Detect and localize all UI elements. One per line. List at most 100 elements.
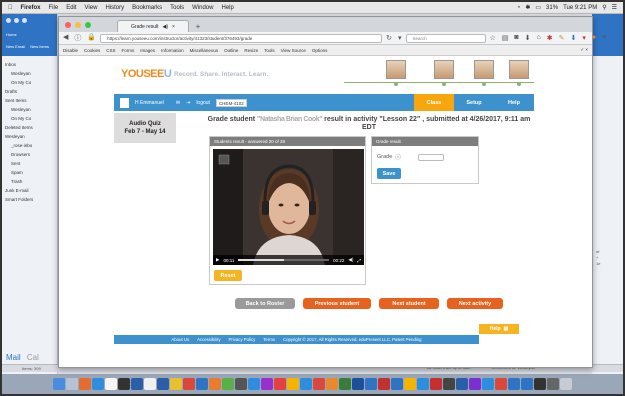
app-icon[interactable] [469,378,481,390]
menu-help[interactable]: Help [221,5,233,11]
app-icon[interactable] [105,378,117,390]
app-icon[interactable] [352,378,364,390]
help-circle-icon[interactable]: ⓘ [395,153,401,161]
app-icon[interactable] [339,378,351,390]
finder-icon[interactable] [53,378,65,390]
wd-information[interactable]: Information [161,48,184,53]
extension-icon[interactable]: ● [592,34,596,42]
menu-tools[interactable]: Tools [170,5,184,11]
folder-item[interactable]: Inbox [5,60,54,69]
notification-icon[interactable]: ☰ [612,4,617,11]
wd-images[interactable]: Images [140,48,155,53]
tab-close-icon[interactable]: × [172,24,175,30]
extension-icon[interactable]: ▾ [582,34,586,42]
apple-icon[interactable]:  [8,5,13,11]
folder-item[interactable]: Wesleyan [5,132,54,141]
extension-icon[interactable]: ✎ [559,34,565,42]
folder-item[interactable]: Wesleyan [5,105,54,114]
app-icon[interactable] [534,378,546,390]
wifi-icon[interactable]: ◔ [517,5,521,11]
tab-help[interactable]: Help [494,94,534,111]
tab-class[interactable]: Class [414,94,454,111]
app-icon[interactable] [391,378,403,390]
app-icon[interactable] [313,378,325,390]
mail-nav-label[interactable]: Mail [6,353,21,362]
spotlight-icon[interactable]: ⚲ [602,4,606,11]
menu-file[interactable]: File [49,5,59,11]
app-icon[interactable] [235,378,247,390]
footer-accessibility[interactable]: Accessibility [197,337,220,342]
app-icon[interactable] [118,378,130,390]
app-icon[interactable] [92,378,104,390]
help-button[interactable]: Help ▤ [479,324,519,334]
app-icon[interactable] [274,378,286,390]
folder-item[interactable]: _rose-inbo [5,141,54,150]
app-icon[interactable] [170,378,182,390]
user-name[interactable]: H Emmanuel [135,100,164,106]
app-icon[interactable] [183,378,195,390]
video-player[interactable]: ▶ 00:11 00:22 ◀) ⤢ [213,149,364,265]
menu-window[interactable]: Window [192,5,213,11]
app-icon[interactable] [443,378,455,390]
folder-item[interactable]: Sent Items [5,96,54,105]
new-items-button[interactable]: New Items [30,44,49,49]
bluetooth-icon[interactable]: ✱ [525,4,530,11]
volume-icon[interactable]: ◀) [348,257,353,263]
back-to-roster-button[interactable]: Back to Roster [235,298,295,309]
mail-icon[interactable]: ✉ [176,100,180,106]
reset-button[interactable]: Reset [214,270,242,281]
menu-firefox[interactable]: Firefox [21,5,41,11]
extension-icon[interactable]: ✱ [547,34,553,42]
back-icon[interactable]: ◀ [63,33,68,43]
folder-item[interactable]: Deleted Items [5,123,54,132]
grade-input[interactable] [417,153,444,161]
maximize-window-icon[interactable] [85,22,91,28]
app-icon[interactable] [456,378,468,390]
minimize-window-icon[interactable] [75,22,81,28]
app-icon[interactable] [248,378,260,390]
app-icon[interactable] [365,378,377,390]
app-icon[interactable] [417,378,429,390]
home-tab[interactable]: Home [6,32,17,37]
window-zoom-icon[interactable] [22,18,27,23]
logout-link[interactable]: logout [196,100,210,106]
tab-setup[interactable]: Setup [454,94,494,111]
wd-close-icon[interactable]: ✓ × [580,47,588,53]
trash-icon[interactable] [560,378,572,390]
window-close-icon[interactable] [6,18,11,23]
url-bar[interactable]: https://learn.youseeu.com/instructor/act… [100,33,383,43]
bookmark-star-icon[interactable]: ☆ [490,34,496,42]
wd-view-source[interactable]: View Source [281,48,306,53]
calendar-nav-label[interactable]: Cal [27,353,39,362]
reload-icon[interactable]: ↻ [386,34,392,42]
next-activity-button[interactable]: Next activity [447,298,503,309]
video-progress-bar[interactable] [238,259,330,261]
app-icon[interactable] [547,378,559,390]
tab-audio-icon[interactable]: ◀) [163,24,169,30]
menu-view[interactable]: View [85,5,98,11]
close-window-icon[interactable] [65,22,71,28]
app-icon[interactable] [196,378,208,390]
folder-item[interactable]: Junk E-mail [5,186,54,195]
wd-tools[interactable]: Tools [264,48,275,53]
browser-tab[interactable]: Grade result ◀) × [117,20,189,32]
search-input[interactable]: Search [405,33,486,43]
new-tab-icon[interactable]: + [193,22,203,32]
wd-resize[interactable]: Resize [244,48,258,53]
clock[interactable]: Tue 9:21 PM [563,5,597,11]
info-icon[interactable]: ⓘ [74,33,81,43]
wd-options[interactable]: Options [312,48,328,53]
app-icon[interactable] [495,378,507,390]
folder-item[interactable]: On My Co [5,78,54,87]
folder-item[interactable]: Drowsers [5,150,54,159]
extension-icon[interactable]: ⬇ [571,34,577,42]
next-student-button[interactable]: Next student [379,298,439,309]
app-icon[interactable] [326,378,338,390]
footer-terms[interactable]: Terms [263,337,275,342]
launchpad-icon[interactable] [66,378,78,390]
footer-privacy[interactable]: Privacy Policy [229,337,256,342]
folder-item[interactable]: Drafts [5,87,54,96]
save-button[interactable]: Save [377,168,401,179]
user-icon[interactable] [120,97,129,108]
download-icon[interactable]: ⬇ [525,34,531,42]
